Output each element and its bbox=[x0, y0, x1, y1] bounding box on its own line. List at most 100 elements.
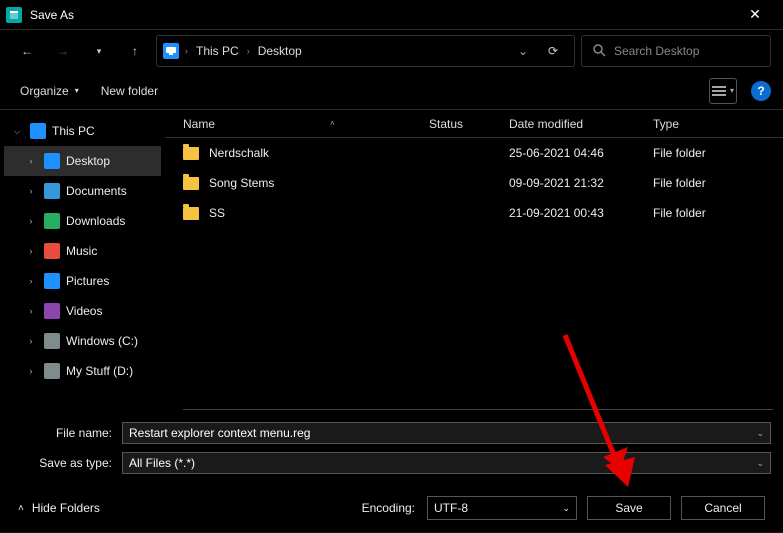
column-name[interactable]: Name ˄ bbox=[183, 117, 429, 131]
save-button[interactable]: Save bbox=[587, 496, 671, 520]
file-name-cell: SS bbox=[183, 206, 429, 220]
title-bar: Save As ✕ bbox=[0, 0, 783, 30]
refresh-button[interactable]: ⟳ bbox=[538, 44, 568, 58]
column-type[interactable]: Type bbox=[653, 117, 753, 131]
chevron-right-icon: › bbox=[24, 246, 38, 256]
footer: ˄ Hide Folders Encoding: UTF-8 ⌄ Save Ca… bbox=[0, 484, 783, 532]
sidebar-item-label: My Stuff (D:) bbox=[66, 364, 133, 378]
file-row[interactable]: Song Stems 09-09-2021 21:32 File folder bbox=[165, 168, 783, 198]
help-button[interactable]: ? bbox=[751, 81, 771, 101]
search-icon bbox=[592, 43, 606, 60]
music-icon bbox=[44, 243, 60, 259]
sidebar-item-label: Music bbox=[66, 244, 97, 258]
sidebar-item-label: Pictures bbox=[66, 274, 109, 288]
file-row[interactable]: SS 21-09-2021 00:43 File folder bbox=[165, 198, 783, 228]
file-name-cell: Nerdschalk bbox=[183, 146, 429, 160]
sidebar-item-downloads[interactable]: › Downloads bbox=[4, 206, 161, 236]
sidebar-item-label: Windows (C:) bbox=[66, 334, 138, 348]
sidebar-item-label: Desktop bbox=[66, 154, 110, 168]
close-button[interactable]: ✕ bbox=[735, 6, 775, 23]
sidebar-item-label: This PC bbox=[52, 124, 95, 138]
filename-field[interactable]: ⌄ bbox=[122, 422, 771, 444]
save-form: File name: ⌄ Save as type: All Files (*.… bbox=[0, 410, 783, 484]
chevron-right-icon: › bbox=[24, 336, 38, 346]
chevron-down-icon: ▾ bbox=[75, 86, 79, 95]
sidebar-item-music[interactable]: › Music bbox=[4, 236, 161, 266]
folder-icon bbox=[183, 177, 199, 190]
file-list-pane: Name ˄ Status Date modified Type Nerdsch… bbox=[165, 110, 783, 410]
encoding-value: UTF-8 bbox=[434, 501, 468, 515]
search-placeholder: Search Desktop bbox=[614, 44, 699, 58]
document-icon bbox=[44, 183, 60, 199]
navigation-bar: ← → ▾ ↑ › This PC › Desktop ⌄ ⟳ Search D… bbox=[0, 30, 783, 72]
saveastype-value: All Files (*.*) bbox=[129, 456, 195, 470]
sidebar-item-drive-c[interactable]: › Windows (C:) bbox=[4, 326, 161, 356]
hide-folders-button[interactable]: ˄ Hide Folders bbox=[18, 501, 100, 515]
file-name-cell: Song Stems bbox=[183, 176, 429, 190]
body: ⌵ This PC › Desktop › Documents › Downlo… bbox=[0, 110, 783, 410]
sidebar-item-label: Documents bbox=[66, 184, 127, 198]
chevron-right-icon: › bbox=[183, 46, 190, 56]
saveastype-select[interactable]: All Files (*.*) ⌄ bbox=[122, 452, 771, 474]
file-date-cell: 09-09-2021 21:32 bbox=[509, 176, 653, 190]
download-icon bbox=[44, 213, 60, 229]
sidebar-item-documents[interactable]: › Documents bbox=[4, 176, 161, 206]
drive-icon bbox=[44, 363, 60, 379]
chevron-right-icon: › bbox=[24, 186, 38, 196]
sidebar-item-label: Downloads bbox=[66, 214, 125, 228]
chevron-down-icon[interactable]: ⌄ bbox=[750, 428, 764, 439]
cancel-button[interactable]: Cancel bbox=[681, 496, 765, 520]
encoding-label: Encoding: bbox=[362, 501, 415, 515]
window-title: Save As bbox=[30, 8, 735, 22]
encoding-select[interactable]: UTF-8 ⌄ bbox=[427, 496, 577, 520]
sidebar-item-label: Videos bbox=[66, 304, 102, 318]
up-button[interactable]: ↑ bbox=[120, 36, 150, 66]
filename-label: File name: bbox=[12, 426, 122, 440]
address-dropdown-icon[interactable]: ⌄ bbox=[512, 44, 534, 58]
desktop-icon bbox=[44, 153, 60, 169]
folder-icon bbox=[183, 207, 199, 220]
file-type-cell: File folder bbox=[653, 206, 753, 220]
file-date-cell: 21-09-2021 00:43 bbox=[509, 206, 653, 220]
app-icon bbox=[6, 7, 22, 23]
sidebar-item-this-pc[interactable]: ⌵ This PC bbox=[4, 116, 161, 146]
pc-icon bbox=[30, 123, 46, 139]
sidebar-item-videos[interactable]: › Videos bbox=[4, 296, 161, 326]
sidebar-item-pictures[interactable]: › Pictures bbox=[4, 266, 161, 296]
forward-button[interactable]: → bbox=[48, 36, 78, 66]
chevron-up-icon: ˄ bbox=[18, 503, 24, 514]
organize-menu[interactable]: Organize ▾ bbox=[12, 80, 87, 102]
videos-icon bbox=[44, 303, 60, 319]
address-bar[interactable]: › This PC › Desktop ⌄ ⟳ bbox=[156, 35, 575, 67]
chevron-right-icon: › bbox=[24, 276, 38, 286]
new-folder-button[interactable]: New folder bbox=[93, 80, 166, 102]
saveastype-label: Save as type: bbox=[12, 456, 122, 470]
pc-icon bbox=[163, 43, 179, 59]
back-button[interactable]: ← bbox=[12, 36, 42, 66]
toolbar: Organize ▾ New folder ▾ ? bbox=[0, 72, 783, 110]
chevron-right-icon: › bbox=[24, 216, 38, 226]
chevron-right-icon: › bbox=[24, 306, 38, 316]
view-options-button[interactable]: ▾ bbox=[709, 78, 737, 104]
history-dropdown[interactable]: ▾ bbox=[84, 36, 114, 66]
chevron-down-icon: ⌄ bbox=[562, 503, 570, 514]
chevron-right-icon: › bbox=[24, 366, 38, 376]
chevron-right-icon: › bbox=[245, 46, 252, 56]
chevron-right-icon: › bbox=[24, 156, 38, 166]
file-type-cell: File folder bbox=[653, 176, 753, 190]
filename-input[interactable] bbox=[129, 426, 750, 440]
drive-icon bbox=[44, 333, 60, 349]
sidebar-item-desktop[interactable]: › Desktop bbox=[4, 146, 161, 176]
column-headers: Name ˄ Status Date modified Type bbox=[165, 110, 783, 138]
file-type-cell: File folder bbox=[653, 146, 753, 160]
file-row[interactable]: Nerdschalk 25-06-2021 04:46 File folder bbox=[165, 138, 783, 168]
column-status[interactable]: Status bbox=[429, 117, 509, 131]
search-input[interactable]: Search Desktop bbox=[581, 35, 771, 67]
chevron-down-icon: ⌵ bbox=[10, 126, 24, 137]
breadcrumb-segment[interactable]: This PC bbox=[194, 44, 241, 58]
column-date[interactable]: Date modified bbox=[509, 117, 653, 131]
chevron-down-icon: ⌄ bbox=[750, 458, 764, 469]
sidebar-item-drive-d[interactable]: › My Stuff (D:) bbox=[4, 356, 161, 386]
breadcrumb-segment[interactable]: Desktop bbox=[256, 44, 304, 58]
folder-icon bbox=[183, 147, 199, 160]
